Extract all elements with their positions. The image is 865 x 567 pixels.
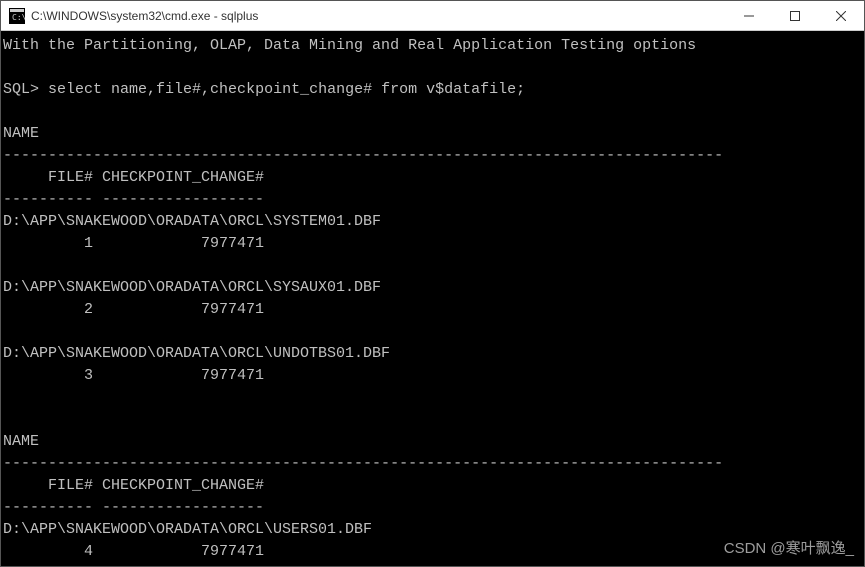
- row-chk: 7977471: [102, 543, 264, 560]
- row-chk: 7977471: [102, 301, 264, 318]
- window-title: C:\WINDOWS\system32\cmd.exe - sqlplus: [31, 9, 726, 23]
- row-chk: 7977471: [102, 235, 264, 252]
- close-button[interactable]: [818, 1, 864, 31]
- row-name: D:\APP\SNAKEWOOD\ORADATA\ORCL\SYSTEM01.D…: [3, 213, 381, 230]
- rule-line: ----------------------------------------…: [3, 455, 723, 472]
- col-name-header: NAME: [3, 433, 39, 450]
- intro-line: With the Partitioning, OLAP, Data Mining…: [3, 37, 696, 54]
- row-file: 1: [3, 235, 93, 252]
- col-rule: ---------- ------------------: [3, 191, 264, 208]
- titlebar[interactable]: C:\ C:\WINDOWS\system32\cmd.exe - sqlplu…: [1, 1, 864, 31]
- rule-line: ----------------------------------------…: [3, 147, 723, 164]
- svg-text:C:\: C:\: [12, 13, 25, 22]
- row-name: D:\APP\SNAKEWOOD\ORADATA\ORCL\USERS01.DB…: [3, 521, 372, 538]
- col-header: FILE# CHECKPOINT_CHANGE#: [3, 477, 264, 494]
- close-icon: [836, 11, 846, 21]
- watermark: CSDN @寒叶飘逸_: [724, 538, 854, 560]
- col-rule: ---------- ------------------: [3, 499, 264, 516]
- terminal-output[interactable]: With the Partitioning, OLAP, Data Mining…: [1, 31, 864, 566]
- sql-command: select name,file#,checkpoint_change# fro…: [48, 81, 525, 98]
- maximize-button[interactable]: [772, 1, 818, 31]
- cmd-icon: C:\: [9, 8, 25, 24]
- col-header: FILE# CHECKPOINT_CHANGE#: [3, 169, 264, 186]
- minimize-button[interactable]: [726, 1, 772, 31]
- row-chk: 7977471: [102, 367, 264, 384]
- row-name: D:\APP\SNAKEWOOD\ORADATA\ORCL\SYSAUX01.D…: [3, 279, 381, 296]
- window-frame: C:\ C:\WINDOWS\system32\cmd.exe - sqlplu…: [0, 0, 865, 567]
- maximize-icon: [790, 11, 800, 21]
- window-controls: [726, 1, 864, 31]
- row-file: 4: [3, 543, 93, 560]
- row-file: 3: [3, 367, 93, 384]
- sql-prompt: SQL>: [3, 81, 39, 98]
- row-file: 2: [3, 301, 93, 318]
- row-name: D:\APP\SNAKEWOOD\ORADATA\ORCL\UNDOTBS01.…: [3, 345, 390, 362]
- minimize-icon: [744, 11, 754, 21]
- col-name-header: NAME: [3, 125, 39, 142]
